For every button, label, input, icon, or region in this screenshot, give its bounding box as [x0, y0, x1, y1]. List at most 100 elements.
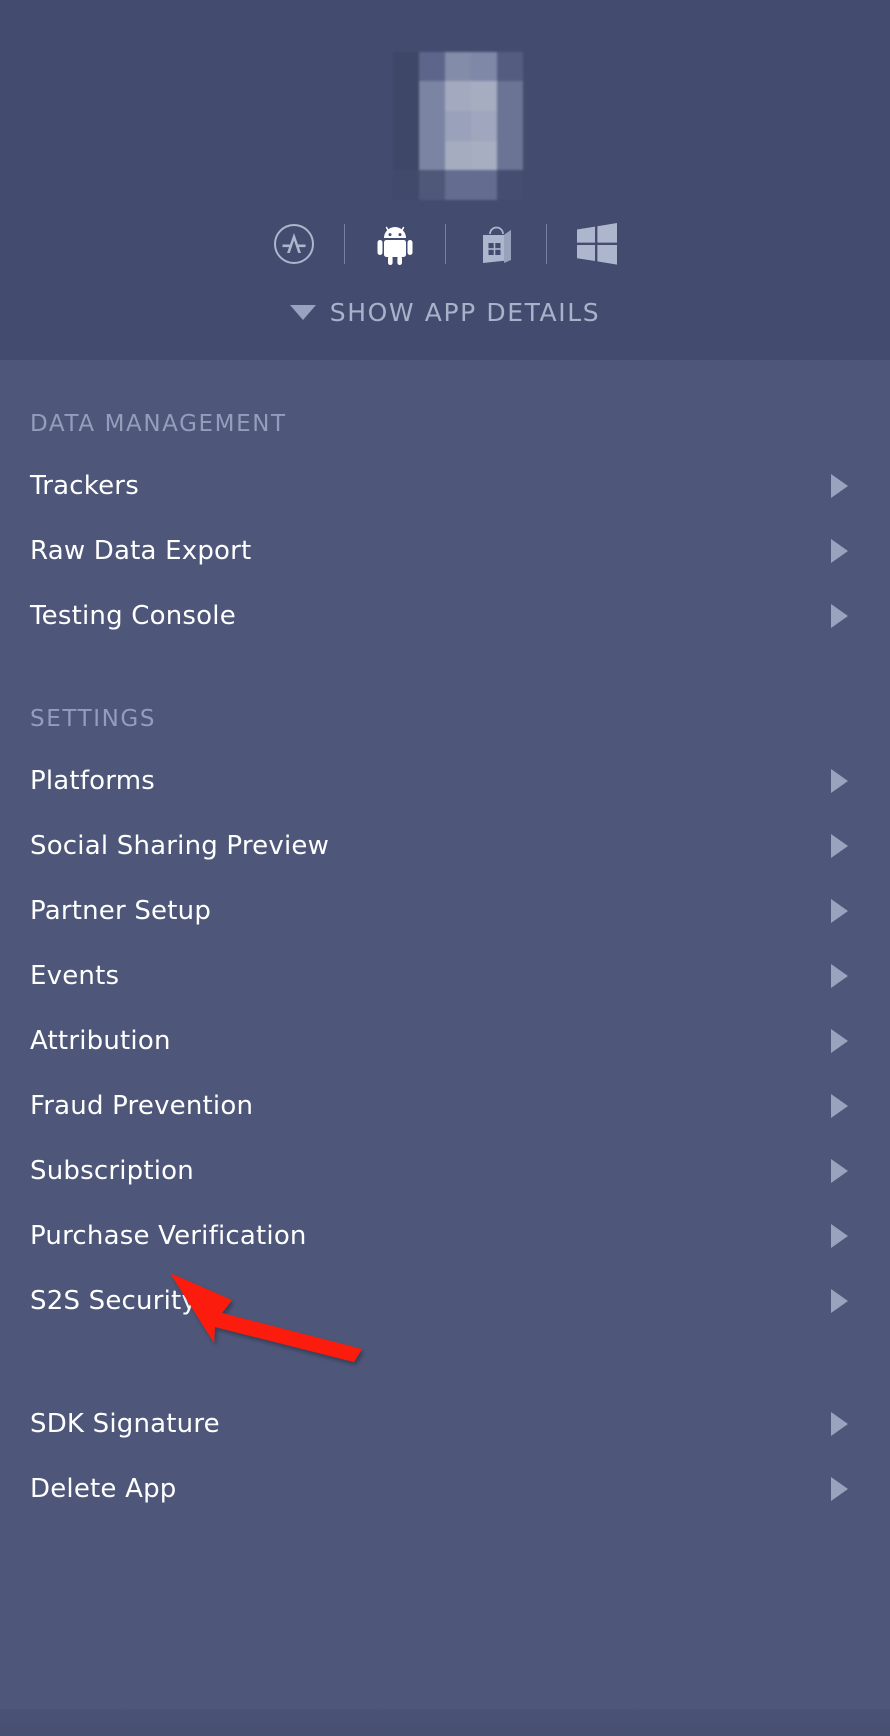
app-icon-pixel: [393, 22, 419, 52]
chevron-right-icon: [831, 1477, 848, 1501]
app-icon-pixel: [497, 52, 523, 82]
menu-item-label: Events: [30, 961, 119, 991]
menu-item-label: Subscription: [30, 1156, 194, 1186]
menu-item-events[interactable]: Events: [0, 943, 890, 1008]
app-icon-pixel: [393, 111, 419, 141]
app-icon-pixel: [419, 141, 445, 171]
menu-item-label: S2S Security: [30, 1286, 197, 1316]
app-icon-pixel: [393, 52, 419, 82]
app-icon-pixel: [367, 22, 393, 52]
chevron-right-icon: [831, 834, 848, 858]
menu-item-raw-data-export[interactable]: Raw Data Export: [0, 518, 890, 583]
app-icon-pixel: [367, 141, 393, 171]
section-header-data-management: DATA MANAGEMENT: [0, 395, 890, 453]
settings-menu: DATA MANAGEMENT Trackers Raw Data Export…: [0, 395, 890, 1736]
chevron-right-icon: [831, 539, 848, 563]
section-header-settings: SETTINGS: [0, 690, 890, 748]
menu-item-sdk-signature[interactable]: SDK Signature: [0, 1391, 890, 1456]
app-icon-pixel: [393, 81, 419, 111]
app-icon-pixel: [445, 52, 471, 82]
app-icon-pixel: [471, 22, 497, 52]
chevron-right-icon: [831, 1224, 848, 1248]
menu-item-delete-app[interactable]: Delete App: [0, 1456, 890, 1521]
app-icon-pixel: [497, 141, 523, 171]
app-icon-pixel: [419, 22, 445, 52]
menu-item-label: Attribution: [30, 1026, 171, 1056]
menu-item-trackers[interactable]: Trackers: [0, 453, 890, 518]
section-settings: SETTINGS Platforms Social Sharing Previe…: [0, 690, 890, 1333]
menu-item-fraud-prevention[interactable]: Fraud Prevention: [0, 1073, 890, 1138]
app-icon-pixel: [445, 81, 471, 111]
menu-item-label: Trackers: [30, 471, 139, 501]
app-icon-pixel: [497, 170, 523, 200]
app-icon-pixel: [445, 22, 471, 52]
menu-item-purchase-verification[interactable]: Purchase Verification: [0, 1203, 890, 1268]
menu-item-label: SDK Signature: [30, 1409, 220, 1439]
menu-item-label: Raw Data Export: [30, 536, 251, 566]
menu-item-social-sharing-preview[interactable]: Social Sharing Preview: [0, 813, 890, 878]
platform-separator: [546, 224, 547, 264]
app-icon-pixel: [393, 170, 419, 200]
app-icon-pixel: [419, 111, 445, 141]
menu-item-partner-setup[interactable]: Partner Setup: [0, 878, 890, 943]
app-icon-pixel: [497, 111, 523, 141]
app-icon-pixel: [497, 22, 523, 52]
bottom-band: [0, 1709, 890, 1736]
app-icon-pixel: [367, 52, 393, 82]
menu-item-attribution[interactable]: Attribution: [0, 1008, 890, 1073]
windows-store-icon[interactable]: [468, 220, 524, 268]
app-icon-pixel: [419, 52, 445, 82]
app-icon-pixel: [445, 111, 471, 141]
menu-item-platforms[interactable]: Platforms: [0, 748, 890, 813]
android-icon[interactable]: [367, 220, 423, 268]
chevron-right-icon: [831, 964, 848, 988]
app-icon-blurred: [367, 22, 523, 200]
menu-item-label: Platforms: [30, 766, 155, 796]
chevron-right-icon: [831, 1094, 848, 1118]
menu-item-s2s-security[interactable]: S2S Security: [0, 1268, 890, 1333]
menu-item-subscription[interactable]: Subscription: [0, 1138, 890, 1203]
chevron-right-icon: [831, 769, 848, 793]
menu-item-label: Social Sharing Preview: [30, 831, 329, 861]
app-icon-pixel: [393, 141, 419, 171]
menu-item-label: Delete App: [30, 1474, 177, 1504]
menu-item-label: Purchase Verification: [30, 1221, 307, 1251]
chevron-right-icon: [831, 474, 848, 498]
app-icon-pixel: [445, 170, 471, 200]
chevron-right-icon: [831, 899, 848, 923]
platform-icon-row: [266, 216, 625, 272]
app-icon-pixel: [419, 81, 445, 111]
app-icon-pixel: [367, 111, 393, 141]
menu-item-testing-console[interactable]: Testing Console: [0, 583, 890, 648]
app-settings-screen: SHOW APP DETAILS DATA MANAGEMENT Tracker…: [0, 0, 890, 1736]
show-app-details-label: SHOW APP DETAILS: [330, 298, 600, 327]
windows-icon[interactable]: [569, 220, 625, 268]
menu-item-label: Partner Setup: [30, 896, 211, 926]
app-icon-pixel: [471, 111, 497, 141]
menu-group-divider: [0, 1333, 890, 1391]
app-icon-pixel: [471, 81, 497, 111]
chevron-right-icon: [831, 1029, 848, 1053]
section-app-actions: SDK Signature Delete App: [0, 1391, 890, 1521]
caret-down-icon: [290, 305, 316, 320]
platform-separator: [344, 224, 345, 264]
menu-item-label: Fraud Prevention: [30, 1091, 253, 1121]
app-icon-pixel: [419, 170, 445, 200]
app-icon-pixel: [445, 141, 471, 171]
app-header: SHOW APP DETAILS: [0, 0, 890, 360]
platform-separator: [445, 224, 446, 264]
chevron-right-icon: [831, 604, 848, 628]
section-data-management: DATA MANAGEMENT Trackers Raw Data Export…: [0, 395, 890, 648]
app-icon-pixel: [471, 52, 497, 82]
app-icon-pixel: [367, 81, 393, 111]
app-icon-pixel: [497, 81, 523, 111]
chevron-right-icon: [831, 1412, 848, 1436]
app-icon-pixel: [471, 170, 497, 200]
app-icon-pixel: [367, 170, 393, 200]
chevron-right-icon: [831, 1159, 848, 1183]
show-app-details-toggle[interactable]: SHOW APP DETAILS: [290, 298, 600, 327]
chevron-right-icon: [831, 1289, 848, 1313]
menu-item-label: Testing Console: [30, 601, 236, 631]
app-store-icon[interactable]: [266, 220, 322, 268]
app-icon-pixel: [471, 141, 497, 171]
